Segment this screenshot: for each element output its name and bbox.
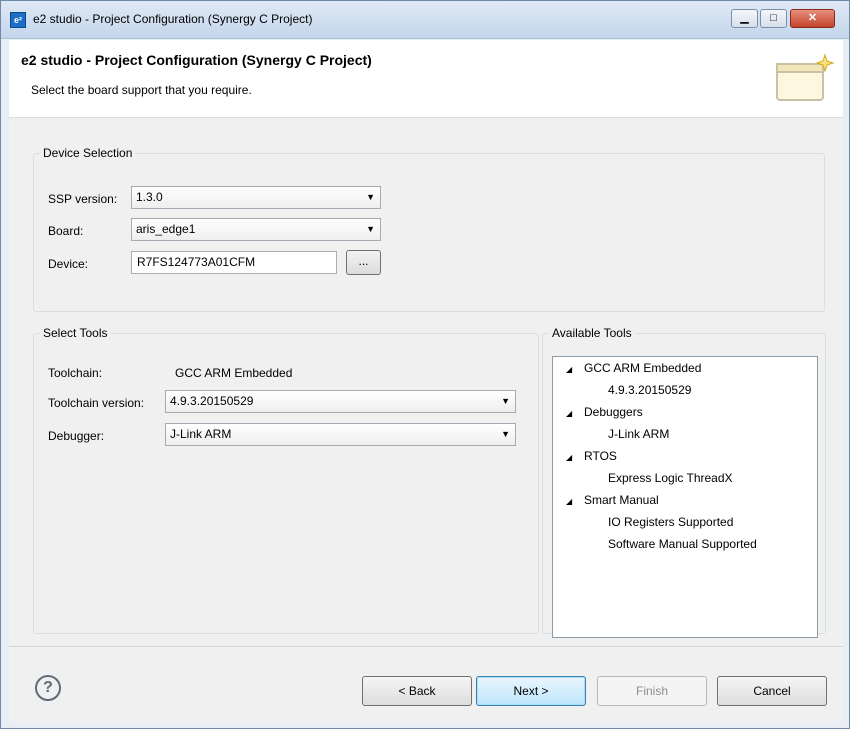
wizard-content: Device Selection SSP version: 1.3.0 ▼ Bo…	[9, 118, 843, 646]
collapse-arrow-icon[interactable]: ◢	[566, 453, 572, 462]
toolchain-version-value: 4.9.3.20150529	[170, 394, 254, 408]
tree-node-smart-manual[interactable]: Smart Manual	[584, 493, 659, 507]
page-title: e2 studio - Project Configuration (Syner…	[21, 52, 372, 68]
close-icon: ✕	[807, 12, 818, 24]
close-button[interactable]: ✕	[790, 9, 835, 28]
device-field[interactable]: R7FS124773A01CFM	[131, 251, 337, 274]
tree-leaf-threadx[interactable]: Express Logic ThreadX	[608, 471, 733, 485]
debugger-label: Debugger:	[48, 429, 105, 443]
cancel-button[interactable]: Cancel	[717, 676, 827, 706]
board-label: Board:	[48, 224, 84, 238]
help-icon[interactable]: ?	[35, 675, 61, 701]
toolchain-value: GCC ARM Embedded	[175, 366, 293, 380]
finish-button[interactable]: Finish	[597, 676, 707, 706]
select-tools-group: Select Tools Toolchain: GCC ARM Embedded…	[33, 326, 539, 634]
next-button[interactable]: Next >	[476, 676, 586, 706]
ssp-version-select[interactable]: 1.3.0 ▼	[131, 186, 381, 209]
dropdown-arrow-icon: ▼	[501, 429, 510, 439]
maximize-button[interactable]: □	[760, 9, 787, 28]
tree-leaf-jlink[interactable]: J-Link ARM	[608, 427, 669, 441]
collapse-arrow-icon[interactable]: ◢	[566, 409, 572, 418]
tree-leaf-io-registers[interactable]: IO Registers Supported	[608, 515, 733, 529]
device-selection-legend: Device Selection	[43, 146, 133, 160]
wizard-window: e² e2 studio - Project Configuration (Sy…	[0, 0, 850, 729]
page-subtitle: Select the board support that you requir…	[31, 83, 252, 97]
available-tools-legend: Available Tools	[552, 326, 632, 340]
browse-device-button[interactable]: ...	[346, 250, 381, 275]
toolchain-label: Toolchain:	[48, 366, 103, 380]
wizard-header: e2 studio - Project Configuration (Syner…	[9, 40, 843, 118]
toolchain-version-label: Toolchain version:	[48, 396, 145, 410]
dropdown-arrow-icon: ▼	[366, 224, 375, 234]
minimize-button[interactable]: ▁	[731, 9, 758, 28]
dropdown-arrow-icon: ▼	[366, 192, 375, 202]
available-tools-group: Available Tools ◢ GCC ARM Embedded 4.9.3…	[542, 326, 826, 638]
maximize-icon: □	[770, 12, 777, 24]
board-value: aris_edge1	[136, 222, 196, 236]
dropdown-arrow-icon: ▼	[501, 396, 510, 406]
minimize-icon: ▁	[740, 12, 749, 24]
tree-node-rtos[interactable]: RTOS	[584, 449, 617, 463]
ssp-version-value: 1.3.0	[136, 190, 163, 204]
e2-studio-icon: e²	[10, 12, 26, 28]
back-button[interactable]: < Back	[362, 676, 472, 706]
tree-node-gcc[interactable]: GCC ARM Embedded	[584, 361, 701, 375]
tree-leaf-gcc-version[interactable]: 4.9.3.20150529	[608, 383, 691, 397]
tree-leaf-software-manual[interactable]: Software Manual Supported	[608, 537, 757, 551]
device-label: Device:	[48, 257, 89, 271]
window-title: e2 studio - Project Configuration (Syner…	[33, 12, 313, 26]
debugger-value: J-Link ARM	[170, 427, 232, 441]
available-tools-tree[interactable]: ◢ GCC ARM Embedded 4.9.3.20150529 ◢ Debu…	[552, 356, 818, 638]
title-bar[interactable]: e² e2 studio - Project Configuration (Sy…	[1, 1, 849, 39]
wizard-banner-icon	[776, 53, 835, 101]
wizard-footer: ? < Back Next > Finish Cancel	[9, 646, 843, 722]
select-tools-legend: Select Tools	[43, 326, 108, 340]
collapse-arrow-icon[interactable]: ◢	[566, 497, 572, 506]
device-selection-group: Device Selection SSP version: 1.3.0 ▼ Bo…	[33, 146, 825, 312]
tree-node-debuggers[interactable]: Debuggers	[584, 405, 643, 419]
board-select[interactable]: aris_edge1 ▼	[131, 218, 381, 241]
toolchain-version-select[interactable]: 4.9.3.20150529 ▼	[165, 390, 516, 413]
debugger-select[interactable]: J-Link ARM ▼	[165, 423, 516, 446]
ssp-version-label: SSP version:	[48, 192, 118, 206]
collapse-arrow-icon[interactable]: ◢	[566, 365, 572, 374]
